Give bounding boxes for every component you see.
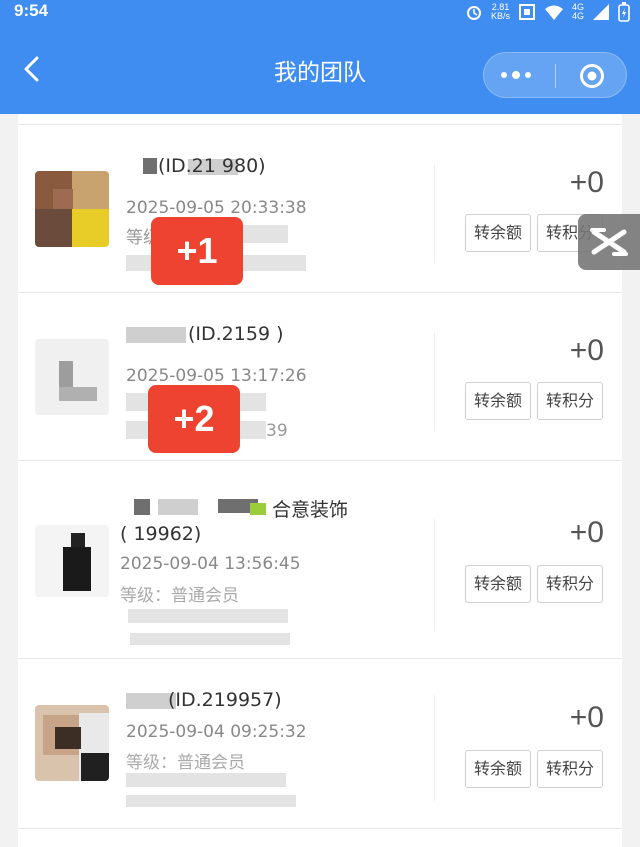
- avatar: [35, 171, 109, 247]
- member-level: 等级：普通会员: [120, 586, 239, 606]
- avatar: [35, 339, 109, 415]
- column-divider: [434, 165, 435, 263]
- alarm-icon: [466, 6, 481, 20]
- list-item[interactable]: (ID.21 980) 2025-09-05 20:33:38 等级 +0 转余…: [18, 125, 622, 293]
- network-4g: 4G 4G: [571, 2, 584, 21]
- mini-program-capsule: [483, 52, 627, 98]
- row-divider: [18, 828, 622, 829]
- capsule-divider: [555, 64, 556, 88]
- battery-icon: [618, 2, 630, 22]
- join-time: 2025-09-04 13:56:45: [120, 554, 301, 574]
- column-divider: [434, 695, 435, 801]
- transfer-points-button[interactable]: 转积分: [537, 382, 603, 420]
- member-id-tail: 39: [266, 421, 288, 441]
- transfer-points-button[interactable]: 转积分: [537, 565, 603, 603]
- join-time: 2025-09-05 20:33:38: [126, 198, 307, 218]
- member-name: (ID.21 980): [158, 155, 266, 177]
- column-divider: [434, 333, 435, 431]
- status-icons: 2.81 KB/s 4G 4G: [465, 2, 630, 22]
- column-divider: [434, 519, 435, 631]
- team-list: (ID.21 980) 2025-09-05 20:33:38 等级 +0 转余…: [18, 114, 622, 847]
- join-time: 2025-09-05 13:17:26: [126, 366, 307, 386]
- floating-app-button[interactable]: [578, 214, 640, 270]
- nav-bar: 我的团队: [0, 22, 640, 114]
- member-name: 合意装饰: [272, 499, 349, 521]
- join-time: 2025-09-04 09:25:32: [126, 722, 307, 742]
- name-mask: [134, 499, 150, 515]
- list-item[interactable]: (ID.2159 ) 2025-09-05 13:17:26 39 +0 转余额…: [18, 293, 622, 461]
- points-value: +0: [569, 166, 604, 199]
- wifi-icon: [544, 5, 563, 20]
- status-time: 9:54: [14, 1, 49, 20]
- net-speed: 2.81 KB/s: [490, 2, 510, 21]
- nfc-icon: [518, 4, 535, 20]
- level-mask: [130, 633, 290, 645]
- member-id: ( 19962): [120, 523, 202, 545]
- count-badge: +2: [148, 385, 240, 453]
- name-mask: [158, 499, 198, 515]
- list-item[interactable]: 合意装饰 ( 19962) 2025-09-04 13:56:45 等级：普通会…: [18, 461, 622, 659]
- name-mask: [143, 158, 157, 174]
- status-bar: 9:54 2.81 KB/s 4G 4G: [0, 0, 640, 22]
- member-name: (ID.219957): [168, 689, 282, 711]
- list-item[interactable]: (ID.219957) 2025-09-04 09:25:32 等级：普通会员 …: [18, 659, 622, 829]
- member-name: (ID.2159 ): [188, 323, 284, 345]
- signal-icon: [593, 4, 609, 20]
- transfer-balance-button[interactable]: 转余额: [465, 750, 531, 788]
- count-badge: +1: [151, 217, 243, 285]
- avatar: [35, 525, 109, 597]
- member-level: 等级：普通会员: [126, 753, 245, 773]
- avatar: [35, 705, 109, 781]
- transfer-balance-button[interactable]: 转余额: [465, 214, 531, 252]
- points-value: +0: [569, 334, 604, 367]
- transfer-balance-button[interactable]: 转余额: [465, 565, 531, 603]
- name-mask: [250, 503, 266, 515]
- more-dots-icon[interactable]: [501, 71, 531, 79]
- transfer-balance-button[interactable]: 转余额: [465, 382, 531, 420]
- level-mask: [126, 773, 286, 787]
- capcut-icon: [590, 228, 628, 256]
- name-mask: [126, 327, 186, 343]
- points-value: +0: [569, 516, 604, 549]
- level-mask: [126, 795, 296, 807]
- transfer-points-button[interactable]: 转积分: [537, 750, 603, 788]
- points-value: +0: [569, 701, 604, 734]
- level-mask: [128, 609, 288, 623]
- target-icon[interactable]: [579, 63, 605, 89]
